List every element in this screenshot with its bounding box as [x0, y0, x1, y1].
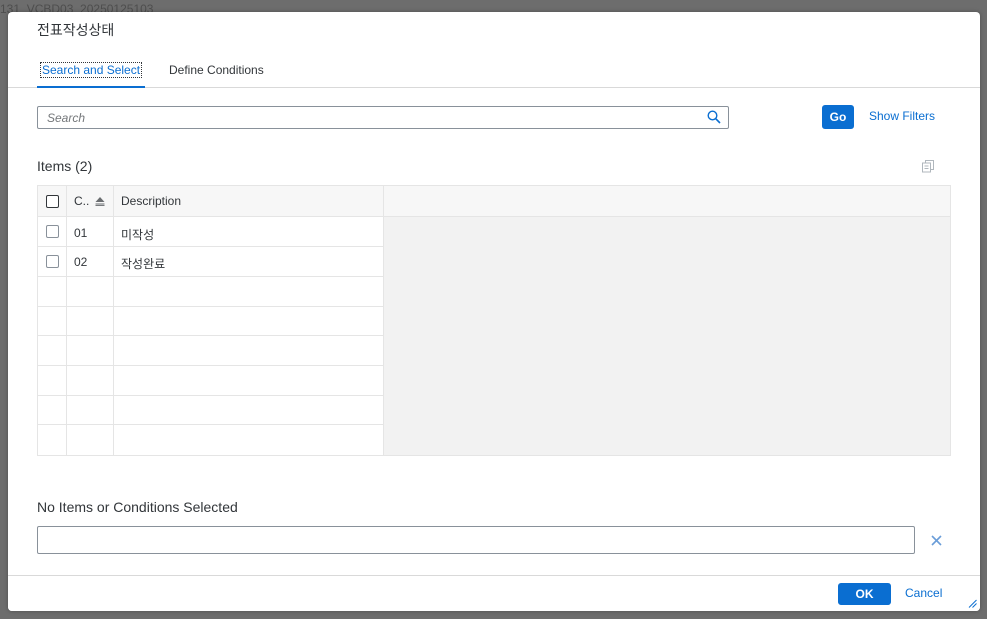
- empty-row: [38, 366, 384, 396]
- dialog-footer: OK Cancel: [8, 575, 980, 611]
- table-header: C.. Description: [38, 186, 950, 217]
- empty-row: [38, 306, 384, 336]
- search-icon[interactable]: [707, 110, 721, 124]
- show-filters-link[interactable]: Show Filters: [869, 109, 935, 123]
- copy-icon[interactable]: [921, 159, 935, 173]
- empty-row: [38, 425, 384, 455]
- empty-row: [38, 336, 384, 366]
- tab-define-conditions[interactable]: Define Conditions: [169, 60, 264, 88]
- table-body: 01 미작성 02 작성완료: [38, 217, 384, 455]
- row-code: 02: [74, 255, 88, 269]
- row-description: 작성완료: [121, 257, 166, 271]
- resize-handle-icon[interactable]: [968, 599, 977, 608]
- dialog-title: 전표작성상태: [37, 22, 115, 38]
- sort-ascending-icon: [95, 197, 105, 206]
- tab-search-and-select-label: Search and Select: [40, 62, 143, 78]
- empty-row: [38, 395, 384, 425]
- tab-search-and-select[interactable]: Search and Select: [37, 60, 146, 88]
- selection-summary: No Items or Conditions Selected: [37, 499, 238, 515]
- column-divider: [383, 186, 384, 455]
- selected-tokens-field[interactable]: [37, 526, 915, 554]
- items-title: Items (2): [37, 158, 93, 174]
- table-row[interactable]: 02 작성완료: [38, 247, 384, 277]
- search-input[interactable]: [37, 106, 729, 129]
- items-table: C.. Description 01 미작성 02 작성완료: [37, 185, 951, 456]
- value-help-dialog: 전표작성상태 Search and Select Define Conditio…: [8, 12, 980, 611]
- table-row[interactable]: 01 미작성: [38, 217, 384, 247]
- column-header-code[interactable]: C..: [74, 194, 89, 208]
- column-header-description[interactable]: Description: [121, 194, 181, 208]
- row-description: 미작성: [121, 228, 155, 242]
- row-checkbox[interactable]: [46, 255, 59, 268]
- clear-icon[interactable]: [931, 535, 942, 546]
- select-all-checkbox[interactable]: [46, 195, 59, 208]
- column-divider: [113, 186, 114, 455]
- row-checkbox[interactable]: [46, 225, 59, 238]
- ok-button[interactable]: OK: [838, 583, 891, 605]
- tab-bar: Search and Select Define Conditions: [8, 56, 980, 88]
- cancel-button[interactable]: Cancel: [905, 586, 942, 600]
- empty-row: [38, 277, 384, 307]
- column-divider: [66, 186, 67, 455]
- row-code: 01: [74, 226, 88, 240]
- go-button[interactable]: Go: [822, 105, 854, 129]
